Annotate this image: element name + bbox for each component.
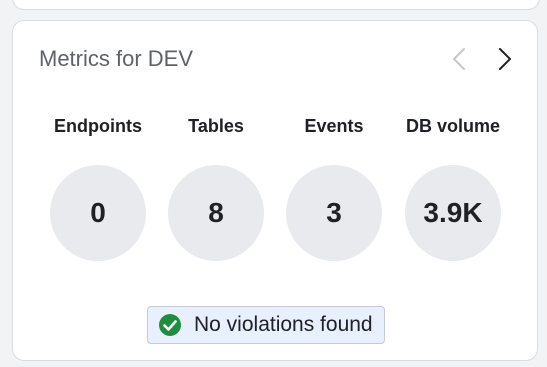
metric-label: Tables — [188, 116, 244, 136]
violations-status-badge[interactable]: No violations found — [147, 306, 385, 344]
card-title: Metrics for DEV — [39, 46, 194, 71]
metric-value: 3 — [286, 165, 382, 261]
chevron-left-icon — [453, 48, 465, 70]
metric-label: DB volume — [405, 116, 501, 136]
metric-label: Endpoints — [54, 116, 142, 136]
check-circle-icon — [158, 313, 182, 337]
metric-value: 0 — [50, 165, 146, 261]
violations-text: No violations found — [194, 313, 373, 336]
chevron-right-icon — [499, 48, 511, 70]
metric-events: Events 3 — [274, 115, 394, 261]
metrics-card: Metrics for DEV Endpoints 0 Tables 8 Eve… — [12, 20, 538, 361]
metric-endpoints: Endpoints 0 — [38, 115, 158, 261]
next-button[interactable] — [491, 45, 519, 73]
metric-value: 3.9K — [405, 165, 501, 261]
previous-card-edge — [12, 0, 540, 10]
previous-button[interactable] — [445, 45, 473, 73]
metric-label: Events — [304, 116, 364, 136]
metric-tables: Tables 8 — [156, 115, 276, 261]
metric-db-volume: DB volume 3.9K — [393, 115, 513, 261]
metric-value: 8 — [168, 165, 264, 261]
